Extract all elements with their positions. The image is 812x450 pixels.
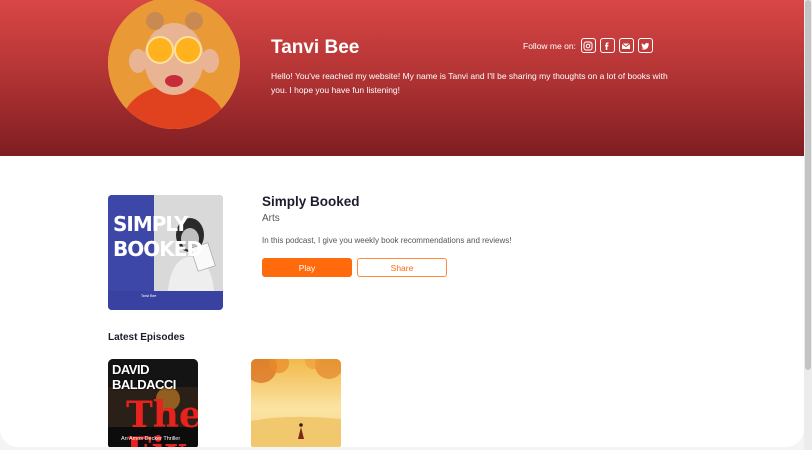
- play-button[interactable]: Play: [262, 258, 352, 277]
- latest-episodes-heading: Latest Episodes: [108, 332, 185, 343]
- cover-footer: [108, 291, 223, 310]
- share-button[interactable]: Share: [357, 258, 447, 277]
- episode-card[interactable]: DAVID BALDACCI The Fix An Amos Decker Th…: [108, 359, 198, 447]
- social-links: Follow me on:: [523, 38, 653, 53]
- follow-label: Follow me on:: [523, 40, 576, 51]
- profile-name: Tanvi Bee: [271, 37, 360, 58]
- instagram-icon[interactable]: [580, 38, 596, 53]
- profile-header: Tanvi Bee Hello! You've reached my websi…: [0, 0, 804, 156]
- podcast-category: Arts: [262, 213, 280, 224]
- episode-artwork: [251, 359, 341, 447]
- facebook-icon[interactable]: [599, 38, 615, 53]
- episode-subtitle: An Amos Decker Thriller: [121, 436, 181, 442]
- email-icon[interactable]: [618, 38, 634, 53]
- podcast-title: Simply Booked: [262, 194, 360, 209]
- profile-avatar: [108, 0, 240, 129]
- episode-author: DAVID BALDACCI: [112, 362, 176, 392]
- episode-card[interactable]: [251, 359, 341, 447]
- cover-title-line2: BOOKED: [113, 237, 203, 261]
- cover-caption: Tanvi Bee: [141, 294, 157, 298]
- podcast-description: In this podcast, I give you weekly book …: [262, 236, 512, 245]
- cover-title: SIMPLY BOOKED: [113, 212, 203, 262]
- vertical-scrollbar[interactable]: [804, 0, 812, 450]
- podcast-page: Tanvi Bee Hello! You've reached my websi…: [0, 0, 804, 447]
- podcast-cover: SIMPLY BOOKED Tanvi Bee: [108, 195, 223, 310]
- cover-title-line1: SIMPLY: [113, 212, 189, 236]
- twitter-icon[interactable]: [637, 38, 653, 53]
- profile-bio: Hello! You've reached my website! My nam…: [271, 71, 668, 95]
- scrollbar-thumb[interactable]: [805, 0, 811, 370]
